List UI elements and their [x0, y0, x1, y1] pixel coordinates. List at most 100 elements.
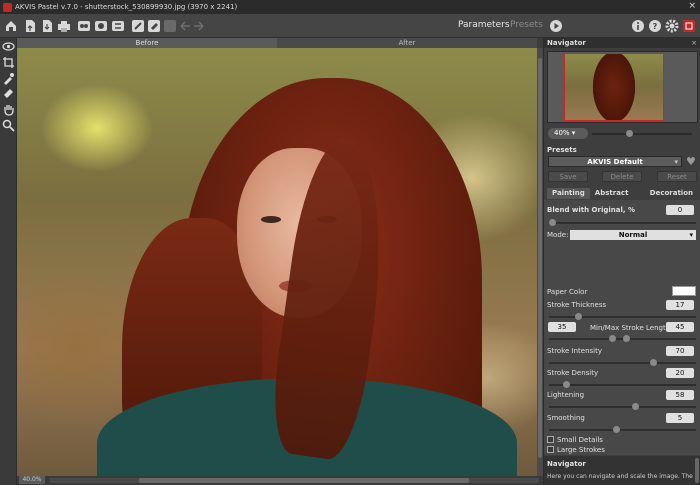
large-strokes-checkbox[interactable] — [547, 446, 554, 453]
navigator-title: Navigator — [547, 39, 586, 47]
help-scrollbar[interactable] — [695, 458, 699, 483]
stroke-length-min-field[interactable]: 35 — [548, 322, 576, 332]
brush-icon[interactable] — [131, 19, 145, 33]
stroke-thickness-knob[interactable] — [575, 313, 582, 320]
tab-presets[interactable]: Presets — [510, 20, 543, 30]
settings-panel: Navigator × 40% ▾ Presets AKVIS Default … — [543, 38, 700, 485]
eraser-tool-icon[interactable] — [2, 86, 15, 99]
favorite-heart-icon[interactable]: ♥ — [686, 156, 697, 167]
stroke-length-label: Min/Max Stroke Length — [590, 324, 671, 332]
navigator-preview[interactable] — [547, 51, 698, 123]
zoom-icon[interactable] — [2, 119, 15, 132]
horizontal-scrollbar[interactable] — [49, 478, 539, 483]
stroke-density-knob[interactable] — [563, 381, 570, 388]
paper-color-swatch[interactable] — [672, 286, 696, 296]
preset-dropdown[interactable]: AKVIS Default ▾ — [548, 156, 682, 167]
stroke-thickness-label: Stroke Thickness — [547, 301, 607, 309]
large-strokes-label: Large Strokes — [557, 446, 605, 454]
image-canvas[interactable] — [17, 48, 537, 476]
smoothing-slider[interactable] — [549, 426, 696, 433]
photo-eye-left — [261, 216, 281, 223]
blend-value-field[interactable]: 0 — [666, 205, 694, 215]
print-icon[interactable] — [57, 19, 71, 33]
mode-value: Normal — [618, 231, 648, 239]
window-title: AKVIS Pastel v.7.0 - shutterstock_530899… — [15, 3, 238, 11]
tab-decoration[interactable]: Decoration — [645, 188, 698, 199]
reset-preset-button[interactable]: Reset — [657, 171, 697, 182]
stroke-intensity-field[interactable]: 70 — [666, 346, 694, 356]
lightening-knob[interactable] — [632, 403, 639, 410]
settings-tabs: Painting Abstract Art Decoration — [547, 188, 698, 208]
stroke-density-field[interactable]: 20 — [666, 368, 694, 378]
save-preset-button[interactable]: Save — [548, 171, 588, 182]
preset-selected: AKVIS Default — [587, 158, 643, 166]
zoom-slider[interactable] — [592, 130, 692, 137]
hand-icon[interactable] — [2, 103, 15, 116]
run-icon[interactable] — [549, 19, 563, 33]
mode-dropdown[interactable]: Normal ▾ — [570, 230, 696, 240]
help-icon[interactable]: ? — [648, 19, 662, 33]
history-icon[interactable] — [163, 19, 177, 33]
lightening-label: Lightening — [547, 391, 585, 399]
navigator-header: Navigator × — [544, 38, 700, 48]
akvis-logo-icon[interactable] — [682, 19, 696, 33]
paper-color-label: Paper Color — [547, 288, 588, 296]
chevron-down-icon: ▾ — [571, 129, 576, 137]
share-icon[interactable] — [94, 19, 108, 33]
mode-label: Mode: — [547, 231, 569, 239]
tab-before[interactable]: Before — [17, 38, 277, 48]
settings-icon[interactable] — [665, 19, 679, 33]
help-title: Navigator — [547, 460, 586, 468]
zoom-status: 40.0% — [19, 476, 45, 484]
stroke-thickness-slider[interactable] — [549, 313, 696, 320]
close-window-button[interactable]: × — [688, 1, 696, 11]
open-icon[interactable] — [23, 19, 37, 33]
tab-painting[interactable]: Painting — [547, 188, 590, 199]
painting-settings: Blend with Original, % 0 Mode: Normal ▾ … — [544, 200, 700, 455]
navigator-close-button[interactable]: × — [691, 38, 697, 48]
lightening-slider[interactable] — [549, 403, 696, 410]
blend-slider[interactable] — [549, 219, 696, 226]
info-icon[interactable] — [631, 19, 645, 33]
chevron-down-icon: ▾ — [689, 231, 693, 239]
stroke-length-max-knob[interactable] — [623, 335, 630, 342]
small-details-label: Small Details — [557, 436, 603, 444]
undo-icon[interactable] — [178, 19, 192, 33]
smoothing-label: Smoothing — [547, 414, 585, 422]
navigator-thumbnail[interactable] — [564, 53, 664, 121]
blend-slider-knob[interactable] — [549, 219, 556, 226]
horizontal-scroll-thumb[interactable] — [139, 478, 469, 483]
save-icon[interactable] — [40, 19, 54, 33]
view-tabs: Before After — [17, 38, 537, 48]
tab-after[interactable]: After — [277, 38, 537, 48]
zoom-slider-knob[interactable] — [626, 130, 633, 137]
lightening-field[interactable]: 58 — [666, 390, 694, 400]
plugin-icon[interactable] — [111, 19, 125, 33]
batch-icon[interactable] — [77, 19, 91, 33]
main-toolbar: Parameters Presets ? — [0, 14, 700, 38]
vertical-scroll-thumb[interactable] — [538, 58, 542, 458]
redo-icon[interactable] — [192, 19, 206, 33]
smoothing-knob[interactable] — [613, 426, 620, 433]
chevron-down-icon: ▾ — [674, 158, 678, 166]
stroke-length-slider[interactable] — [549, 335, 696, 342]
crop-icon[interactable] — [2, 56, 15, 69]
stroke-length-max-field[interactable]: 45 — [666, 322, 694, 332]
small-details-checkbox[interactable] — [547, 436, 554, 443]
delete-preset-button[interactable]: Delete — [602, 171, 642, 182]
smoothing-field[interactable]: 5 — [666, 413, 694, 423]
zoom-dropdown[interactable]: 40% ▾ — [548, 128, 588, 139]
tab-abstract-art[interactable]: Abstract Art — [590, 188, 645, 208]
tab-parameters[interactable]: Parameters — [458, 20, 510, 30]
stroke-density-slider[interactable] — [549, 381, 696, 388]
stroke-length-min-knob[interactable] — [609, 335, 616, 342]
title-bar: AKVIS Pastel v.7.0 - shutterstock_530899… — [0, 0, 700, 14]
stroke-thickness-field[interactable]: 17 — [666, 300, 694, 310]
eye-icon[interactable] — [2, 40, 15, 53]
help-panel: Navigator Here you can navigate and scal… — [544, 456, 700, 485]
dropper-icon[interactable] — [2, 72, 15, 85]
stroke-intensity-slider[interactable] — [549, 359, 696, 366]
stroke-intensity-knob[interactable] — [650, 359, 657, 366]
home-icon[interactable] — [4, 19, 18, 33]
eraser-icon[interactable] — [147, 19, 161, 33]
